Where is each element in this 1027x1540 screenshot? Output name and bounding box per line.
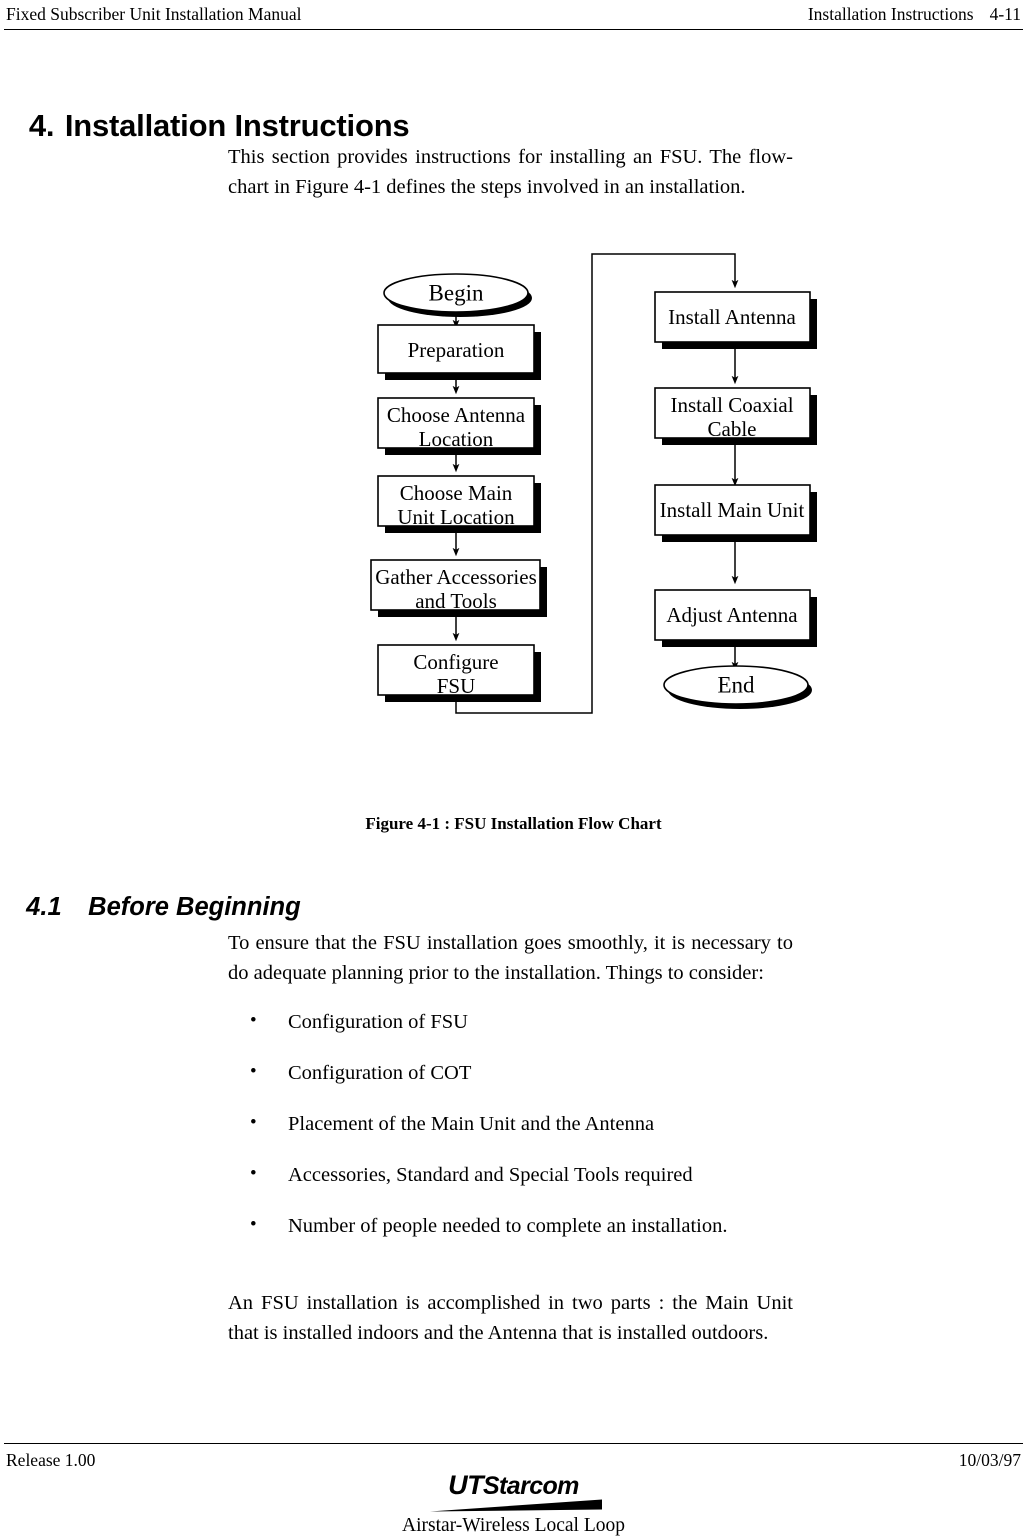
list-item-label: Placement of the Main Unit and the Anten… (288, 1113, 655, 1135)
flow-node-configure-fsu: Configure FSU (377, 644, 541, 702)
flow-label-choose-antenna-location-line2: Location (419, 427, 494, 451)
logo-tagline: Airstar-Wireless Local Loop (402, 1515, 625, 1536)
header-right-group: Installation Instructions 4-11 (808, 3, 1021, 25)
flow-node-end: End (663, 665, 812, 709)
flow-node-preparation: Preparation (377, 324, 541, 380)
footer-divider (4, 1443, 1023, 1444)
subsection-title: 4.1 Before Beginning (12, 864, 301, 922)
list-item: • Configuration of COT (228, 1061, 828, 1085)
flow-node-install-main-unit: Install Main Unit (654, 484, 817, 542)
flow-label-gather-line1: Gather Accessories (375, 565, 537, 589)
flow-label-configure-line1: Configure (413, 650, 498, 674)
before-beginning-paragraph: To ensure that the FSU installation goes… (228, 932, 793, 984)
flow-node-install-antenna: Install Antenna (654, 291, 817, 349)
flow-node-choose-main-unit-location: Choose Main Unit Location (377, 475, 541, 533)
list-item-label: Configuration of COT (288, 1062, 472, 1084)
two-parts-paragraph: An FSU installation is accomplished in t… (228, 1292, 793, 1344)
flow-label-choose-main-unit-location-line2: Unit Location (397, 505, 515, 529)
bullet-icon: • (250, 1163, 257, 1184)
header-divider (4, 29, 1023, 30)
considerations-list: • Configuration of FSU • Configuration o… (228, 1010, 828, 1265)
flow-label-choose-antenna-location-line1: Choose Antenna (387, 403, 526, 427)
header-section-title: Installation Instructions (807, 4, 974, 24)
list-item: • Number of people needed to complete an… (228, 1214, 828, 1238)
page-title: 4. Installation Instructions (12, 72, 410, 144)
bullet-icon: • (250, 1010, 257, 1031)
flow-label-install-coax-line2: Cable (708, 417, 757, 441)
intro-paragraph: This section provides instructions for i… (228, 146, 793, 198)
logo-starcom-text: Starcom (482, 1472, 579, 1500)
footer-release: Release 1.00 (6, 1450, 96, 1470)
header-manual-title: Fixed Subscriber Unit Installation Manua… (6, 4, 302, 24)
logo-wedge-icon (429, 1499, 602, 1512)
header-page-number: 4-11 (989, 4, 1021, 24)
flow-label-preparation: Preparation (408, 338, 505, 362)
bullet-icon: • (250, 1061, 257, 1082)
flow-label-begin: Begin (429, 281, 484, 306)
figure-caption: Figure 4-1 : FSU Installation Flow Chart (365, 814, 662, 833)
logo-ut-text: UT (448, 1470, 483, 1500)
subsection-number: 4.1 (26, 893, 62, 921)
list-item: • Accessories, Standard and Special Tool… (228, 1163, 828, 1187)
list-item: • Configuration of FSU (228, 1010, 828, 1034)
section-title-text: Installation Instructions (64, 108, 410, 143)
flow-label-choose-main-unit-location-line1: Choose Main (400, 481, 513, 505)
flow-label-configure-line2: FSU (437, 674, 476, 698)
list-item-label: Accessories, Standard and Special Tools … (288, 1164, 693, 1186)
list-item-label: Configuration of FSU (288, 1011, 468, 1033)
flow-node-begin: Begin (383, 273, 532, 317)
flow-label-install-coax-line1: Install Coaxial (670, 393, 793, 417)
section-number: 4. (28, 108, 55, 143)
installation-flow-chart: Begin Preparation Choose Antenna Locatio… (0, 240, 1027, 730)
page-header: Fixed Subscriber Unit Installation Manua… (0, 0, 1027, 30)
bullet-icon: • (250, 1214, 257, 1235)
flow-node-install-coaxial-cable: Install Coaxial Cable (654, 387, 817, 445)
flow-node-gather-accessories: Gather Accessories and Tools (370, 559, 547, 617)
flow-label-install-antenna: Install Antenna (668, 305, 796, 329)
company-logo: UTStarcom Airstar-Wireless Local Loop (0, 1472, 1027, 1538)
flow-label-gather-line2: and Tools (415, 589, 497, 613)
logo-wedge-wrap (0, 1499, 1027, 1513)
flow-node-adjust-antenna: Adjust Antenna (654, 589, 817, 647)
list-item-label: Number of people needed to complete an i… (288, 1215, 728, 1237)
flow-label-end: End (717, 673, 755, 698)
bullet-icon: • (250, 1112, 257, 1133)
logo-wordmark: UTStarcom (0, 1470, 1027, 1500)
list-item: • Placement of the Main Unit and the Ant… (228, 1112, 828, 1136)
footer-date: 10/03/97 (958, 1450, 1021, 1470)
flow-node-choose-antenna-location: Choose Antenna Location (377, 397, 541, 455)
flow-label-install-main-unit: Install Main Unit (660, 498, 805, 522)
subsection-title-text: Before Beginning (88, 893, 301, 921)
flow-label-adjust-antenna: Adjust Antenna (666, 603, 798, 627)
